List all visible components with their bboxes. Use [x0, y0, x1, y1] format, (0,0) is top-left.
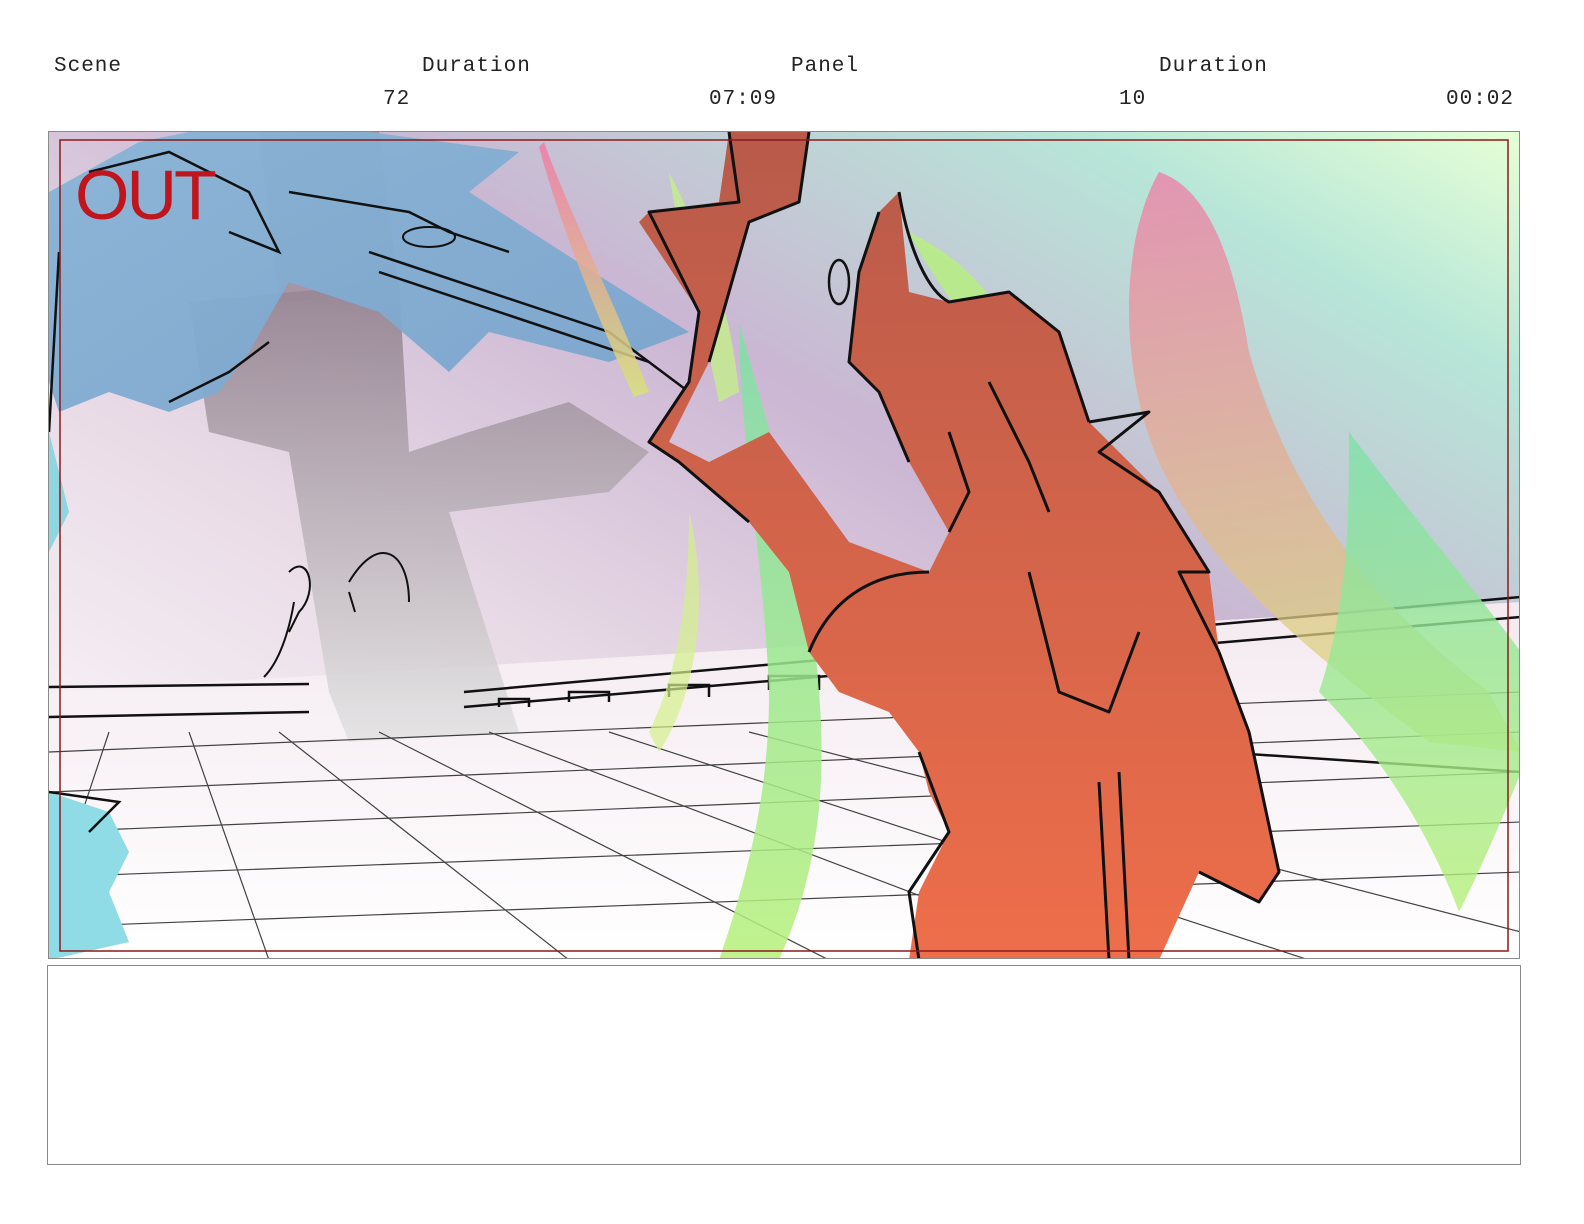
- out-overlay-text: OUT: [75, 156, 217, 234]
- notes-box[interactable]: [47, 965, 1521, 1165]
- panel-artwork: [49, 132, 1519, 958]
- notes-text: [48, 966, 1520, 986]
- scene-duration-label: Duration: [422, 55, 531, 78]
- panel-number: 10: [1119, 88, 1147, 111]
- panel-duration-label: Duration: [1159, 55, 1268, 78]
- panel-label: Panel: [791, 55, 860, 78]
- scene-duration-value: 07:09: [709, 88, 778, 111]
- scene-number: 72: [383, 88, 411, 111]
- scene-label: Scene: [54, 55, 123, 78]
- panel-duration-value: 00:02: [1446, 88, 1515, 111]
- storyboard-panel[interactable]: OUT: [48, 131, 1520, 959]
